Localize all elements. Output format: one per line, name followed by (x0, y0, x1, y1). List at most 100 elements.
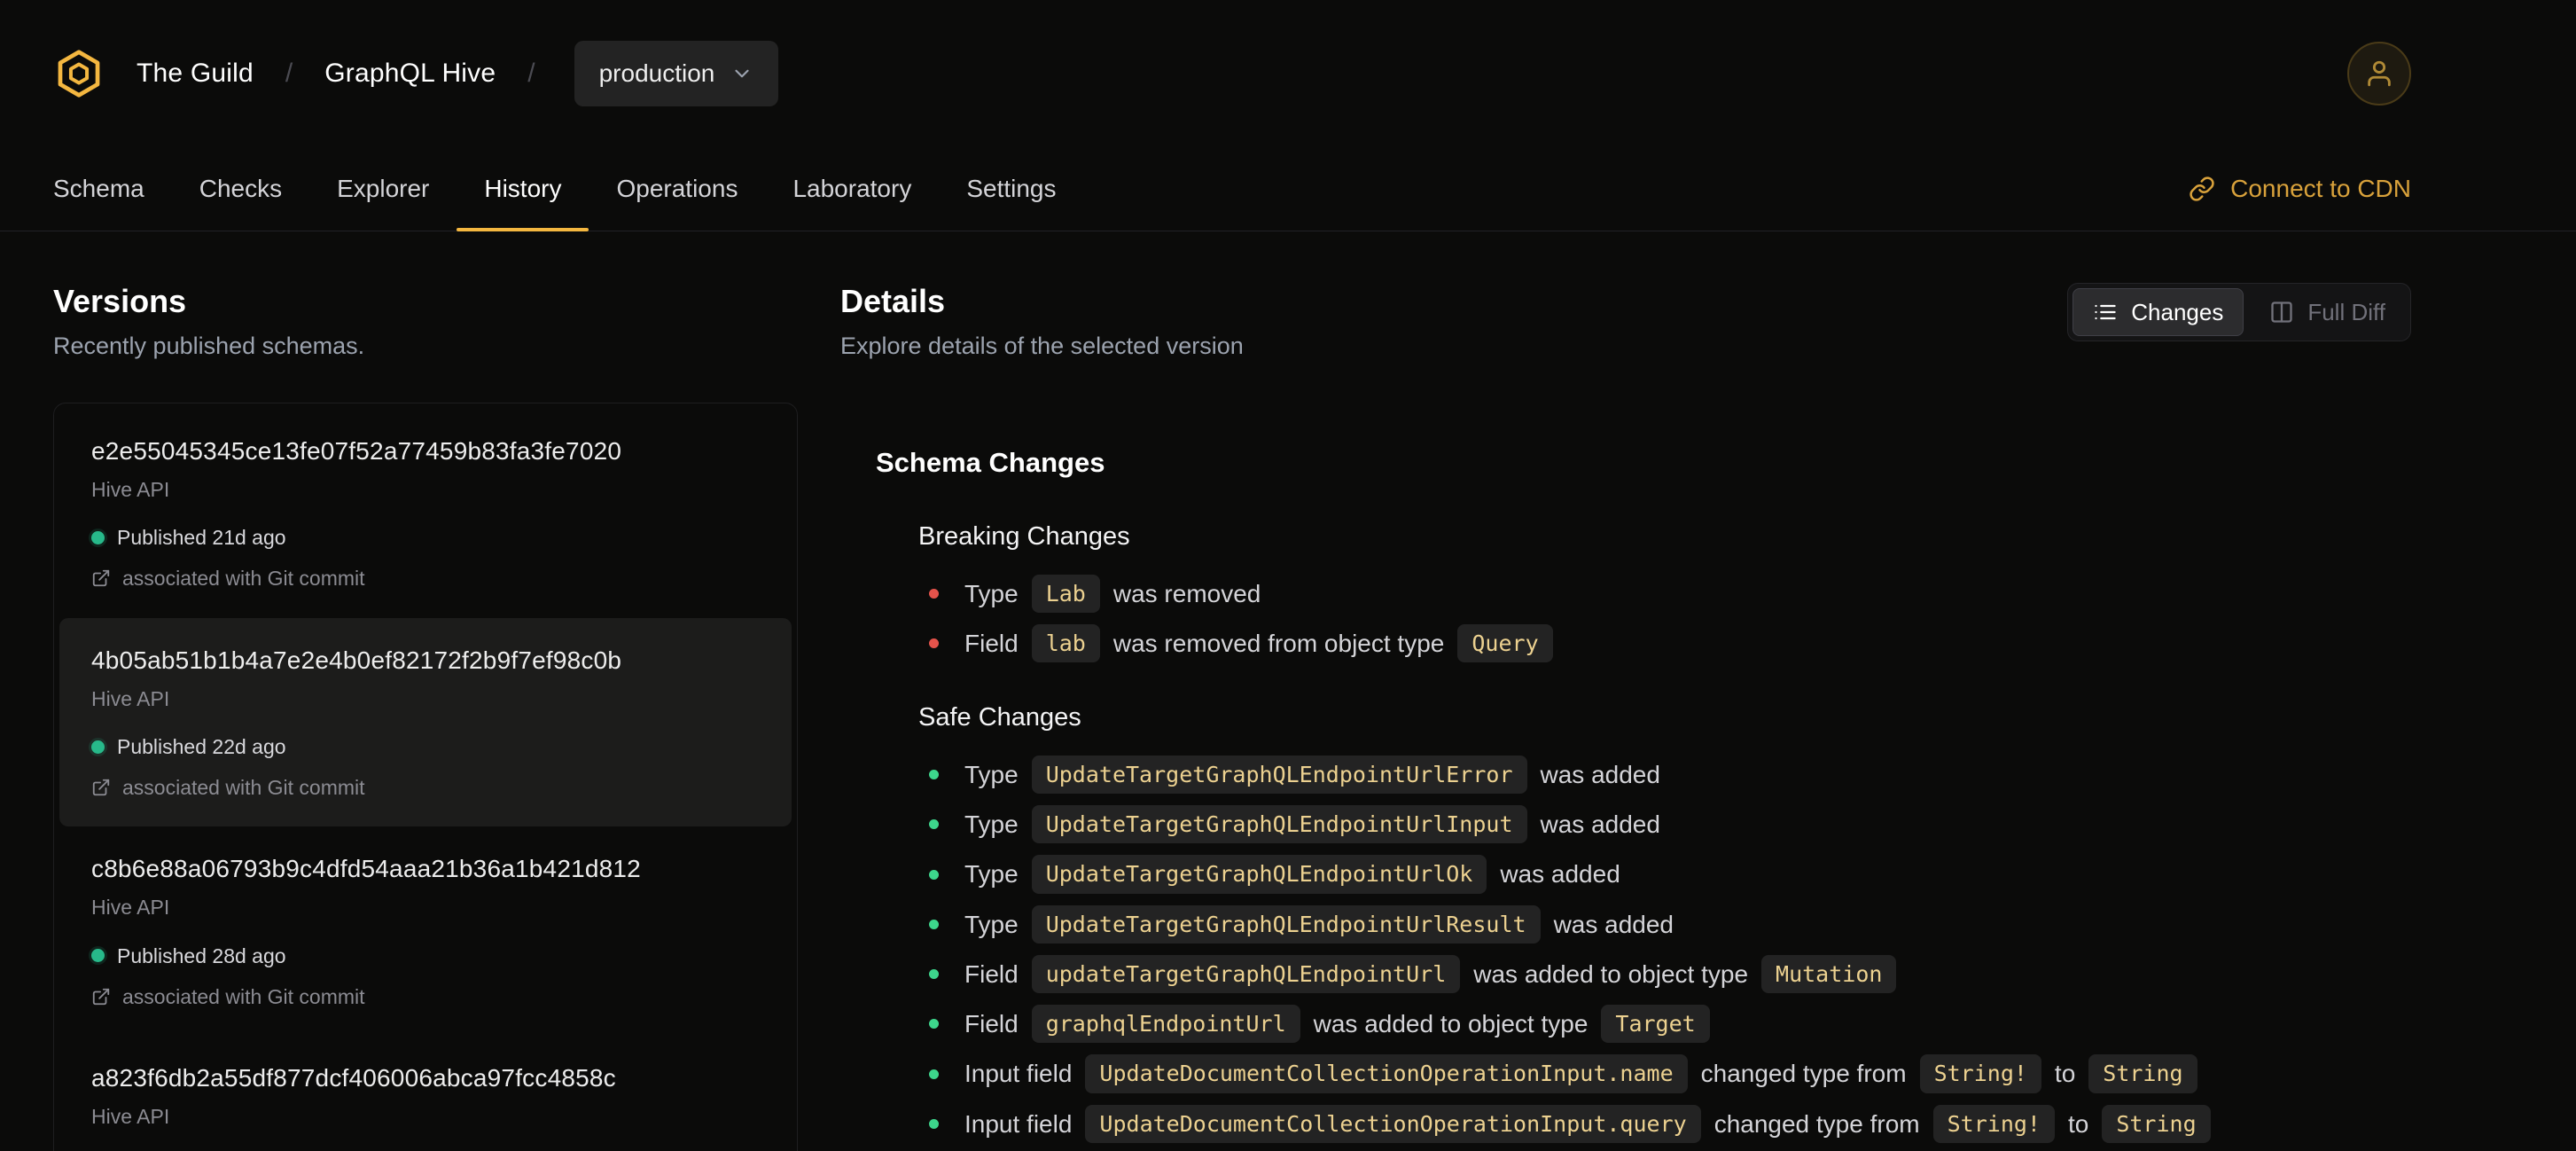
code-chip: UpdateTargetGraphQLEndpointUrlInput (1031, 805, 1527, 844)
change-text: was added (1540, 760, 1660, 788)
version-git-link[interactable]: associated with Git commit (91, 773, 760, 802)
code-chip: String! (1919, 1054, 2041, 1093)
version-service-name: Hive API (91, 896, 170, 920)
chevron-down-icon (735, 69, 749, 78)
view-toggle: Changes Full Diff (2067, 283, 2411, 341)
target-selector-value: production (598, 59, 715, 87)
safe-bullet-icon (929, 1069, 939, 1079)
safe-change-item: Type UpdateTargetGraphQLEndpointUrlInput w… (918, 805, 2411, 844)
git-commit-text: associated with Git commit (122, 567, 365, 591)
details-heading-block: Details Explore details of the selected … (840, 281, 1244, 364)
change-text: was added to object type (1313, 1010, 1589, 1038)
details-panel: Details Explore details of the selected … (840, 281, 2411, 1151)
version-git-link[interactable]: associated with Git commit (91, 564, 760, 592)
safe-bullet-icon (929, 869, 939, 880)
version-git-link[interactable]: associated with Git commit (91, 983, 760, 1011)
change-text: Field (964, 1010, 1019, 1038)
change-text: Input field (964, 1109, 1073, 1138)
code-chip: UpdateDocumentCollectionOperationInput.n… (1085, 1054, 1688, 1093)
code-chip: Target (1601, 1005, 1710, 1044)
external-link-icon (92, 988, 110, 1006)
versions-panel: Versions Recently published schemas. e2e… (53, 281, 798, 1151)
change-text: was removed from object type (1112, 630, 1445, 658)
change-text: changed type from (1700, 1060, 1907, 1088)
code-chip: String (2102, 1104, 2211, 1143)
details-header: Details Explore details of the selected … (840, 281, 2411, 364)
app-root: The Guild / GraphQL Hive / production Sc… (0, 0, 2576, 1151)
version-card[interactable]: a823f6db2a55df877dcf406006abca97fcc4858c… (59, 1036, 792, 1151)
published-text: Published 22d ago (117, 734, 286, 758)
org-name[interactable]: The Guild (137, 55, 254, 92)
change-text: Type (964, 579, 1019, 607)
connect-cdn-link[interactable]: Connect to CDN (2189, 171, 2411, 206)
tab-checks[interactable]: Checks (172, 147, 309, 231)
full-diff-toggle-label: Full Diff (2307, 298, 2385, 325)
tab-history[interactable]: History (457, 147, 589, 231)
tab-laboratory[interactable]: Laboratory (765, 147, 939, 231)
code-chip: Mutation (1761, 954, 1897, 994)
version-list: e2e55045345ce13fe07f52a77459b83fa3fe7020… (53, 402, 798, 1151)
list-icon (2095, 304, 2116, 320)
tab-settings[interactable]: Settings (939, 147, 1083, 231)
version-card[interactable]: e2e55045345ce13fe07f52a77459b83fa3fe7020… (59, 409, 792, 618)
breadcrumb: The Guild / GraphQL Hive / production (53, 41, 779, 106)
top-bar: The Guild / GraphQL Hive / production (0, 0, 2576, 147)
external-link-icon (92, 779, 110, 796)
version-card[interactable]: 4b05ab51b1b4a7e2e4b0ef82172f2b9f7ef98c0b… (59, 617, 792, 827)
code-chip: String (2088, 1054, 2197, 1093)
changes-toggle-button[interactable]: Changes (2073, 288, 2244, 336)
schema-changes-section: Schema Changes Breaking Changes Type Lab w… (840, 443, 2411, 1143)
version-published-row: Published 21d ago (91, 523, 760, 552)
user-icon (2368, 60, 2391, 87)
breaking-change-item: Field lab was removed from object type Quer… (918, 624, 2411, 663)
safe-bullet-icon (929, 969, 939, 979)
details-subtitle: Explore details of the selected version (840, 333, 1244, 359)
external-link-icon (92, 570, 110, 587)
main-content: Versions Recently published schemas. e2e… (0, 231, 2576, 1151)
change-text: was added to object type (1473, 959, 1749, 988)
tab-schema[interactable]: Schema (26, 147, 172, 231)
tab-explorer[interactable]: Explorer (309, 147, 457, 231)
change-text: changed type from (1713, 1109, 1920, 1138)
safe-bullet-icon (929, 1118, 939, 1129)
breaking-change-item: Type Lab was removed (918, 574, 2411, 614)
version-service-name: Hive API (91, 1105, 170, 1129)
change-text: was added (1540, 810, 1660, 839)
version-service-name: Hive API (91, 686, 170, 710)
code-chip: UpdateTargetGraphQLEndpointUrlResult (1031, 904, 1541, 944)
versions-subtitle: Recently published schemas. (53, 333, 365, 359)
change-text: Field (964, 630, 1019, 658)
safe-bullet-icon (929, 770, 939, 779)
hive-logo-icon[interactable] (53, 48, 105, 99)
safe-change-item: Input field UpdateDocumentCollectionOpera… (918, 1104, 2411, 1143)
change-text: Type (964, 860, 1019, 889)
full-diff-toggle-button[interactable]: Full Diff (2249, 288, 2406, 336)
change-text: to (2054, 1060, 2076, 1088)
published-status-icon (91, 740, 105, 754)
target-selector-dropdown[interactable]: production (574, 41, 779, 106)
schema-changes-title: Schema Changes (876, 446, 1105, 478)
tab-operations[interactable]: Operations (589, 147, 765, 231)
changes-toggle-label: Changes (2131, 298, 2224, 325)
version-card[interactable]: c8b6e88a06793b9c4dfd54aaa21b36a1b421d812… (59, 826, 792, 1036)
git-commit-text: associated with Git commit (122, 984, 365, 1008)
code-chip: UpdateTargetGraphQLEndpointUrlOk (1031, 855, 1487, 894)
user-menu-button[interactable] (2347, 42, 2411, 106)
project-name[interactable]: GraphQL Hive (324, 55, 496, 92)
safe-change-item: Type UpdateTargetGraphQLEndpointUrlResult… (918, 904, 2411, 944)
code-chip: Lab (1031, 574, 1100, 614)
version-published-row: Published 28d ago (91, 942, 760, 970)
versions-title: Versions (53, 283, 187, 319)
published-status-icon (91, 530, 105, 544)
code-chip: UpdateTargetGraphQLEndpointUrlError (1031, 755, 1527, 795)
safe-bullet-icon (929, 919, 939, 929)
safe-bullet-icon (929, 819, 939, 830)
change-text: was added (1500, 860, 1620, 889)
code-chip: UpdateDocumentCollectionOperationInput.q… (1085, 1104, 1701, 1143)
breaking-bullet-icon (929, 588, 939, 599)
safe-change-item: Input field UpdateDocumentCollectionOpera… (918, 1054, 2411, 1093)
change-text: was added (1553, 910, 1674, 938)
code-chip: String! (1932, 1104, 2055, 1143)
breaking-changes-list: Type Lab was removed Field lab was removed fr… (918, 574, 2411, 663)
version-hash: 4b05ab51b1b4a7e2e4b0ef82172f2b9f7ef98c0b (91, 646, 622, 674)
